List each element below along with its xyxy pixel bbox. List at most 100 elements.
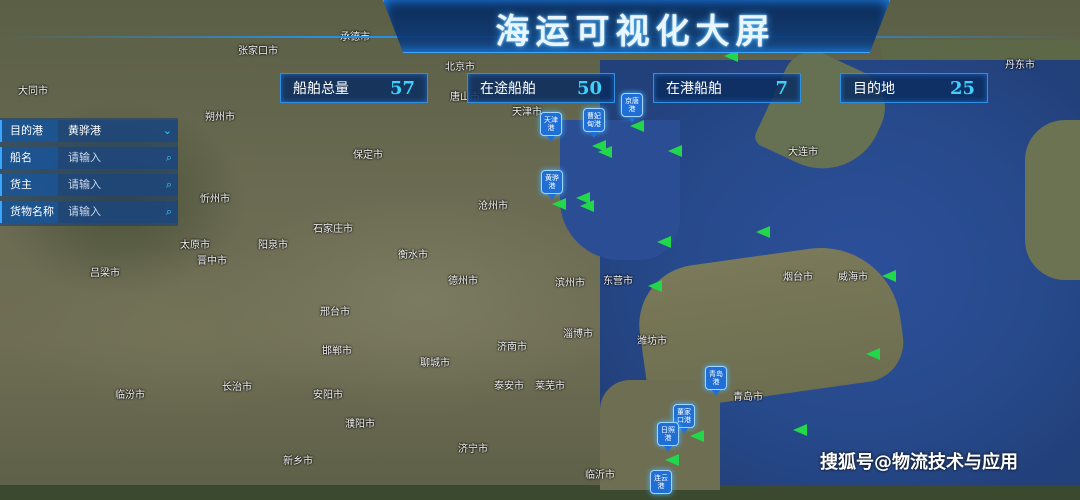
- city-label: 阳泉市: [258, 240, 288, 251]
- filter-cargo-owner: 货主 请输入 ⌕: [0, 174, 178, 196]
- city-label: 忻州市: [200, 194, 230, 205]
- port-marker-tianjin[interactable]: 天津港: [540, 112, 562, 142]
- city-label: 东营市: [603, 276, 633, 287]
- select-value: 黄骅港: [68, 124, 101, 137]
- stat-in-transit: 在途船舶 50: [467, 73, 615, 103]
- ship-marker[interactable]: [580, 200, 594, 212]
- ship-marker[interactable]: [882, 270, 896, 282]
- city-label: 潍坊市: [637, 336, 667, 347]
- stat-value: 57: [389, 77, 415, 99]
- port-label: 连云港: [650, 470, 672, 494]
- stat-total-ships: 船舶总量 57: [280, 73, 428, 103]
- stat-destinations: 目的地 25: [840, 73, 988, 103]
- filter-panel: 目的港 黄骅港 ⌄ 船名 请输入 ⌕ 货主 请输入 ⌕ 货物名称 请输入 ⌕: [0, 118, 178, 226]
- input-placeholder: 请输入: [68, 205, 101, 218]
- search-icon[interactable]: ⌕: [166, 201, 172, 223]
- ship-marker[interactable]: [866, 348, 880, 360]
- filter-label: 目的港: [0, 120, 58, 142]
- city-label: 新乡市: [283, 456, 313, 467]
- city-label: 濮阳市: [345, 419, 375, 430]
- city-label: 淄博市: [563, 329, 593, 340]
- map-land-korea: [1025, 120, 1080, 280]
- destination-port-select[interactable]: 黄骅港 ⌄: [58, 120, 178, 142]
- pin-icon: [712, 390, 720, 396]
- ship-marker[interactable]: [648, 280, 662, 292]
- stat-in-port: 在港船舶 7: [653, 73, 801, 103]
- page-title: 海运可视化大屏: [495, 12, 776, 52]
- city-label: 邯郸市: [322, 346, 352, 357]
- city-label: 长治市: [222, 382, 252, 393]
- cargo-name-input[interactable]: 请输入 ⌕: [58, 201, 178, 223]
- city-label: 天津市: [512, 107, 542, 118]
- city-label: 北京市: [445, 62, 475, 73]
- search-icon[interactable]: ⌕: [166, 147, 172, 169]
- port-label: 日照港: [657, 422, 679, 446]
- cargo-owner-input[interactable]: 请输入 ⌕: [58, 174, 178, 196]
- city-label: 滨州市: [555, 278, 585, 289]
- stat-label: 船舶总量: [293, 81, 349, 97]
- pin-icon: [628, 117, 636, 123]
- port-label: 京唐港: [621, 93, 643, 117]
- city-label: 衡水市: [398, 250, 428, 261]
- stat-value: 7: [775, 77, 788, 99]
- city-label: 聊城市: [420, 358, 450, 369]
- ship-marker[interactable]: [793, 424, 807, 436]
- port-label: 曹妃甸港: [583, 108, 605, 132]
- city-label: 保定市: [353, 150, 383, 161]
- city-label: 沧州市: [478, 201, 508, 212]
- port-label: 天津港: [540, 112, 562, 136]
- ship-marker[interactable]: [657, 236, 671, 248]
- city-label: 德州市: [448, 276, 478, 287]
- city-label: 青岛市: [733, 392, 763, 403]
- search-icon[interactable]: ⌕: [166, 174, 172, 196]
- filter-destination-port: 目的港 黄骅港 ⌄: [0, 120, 178, 142]
- city-label: 安阳市: [313, 390, 343, 401]
- stat-value: 25: [949, 77, 975, 99]
- city-label: 朔州市: [205, 112, 235, 123]
- city-label: 晋中市: [197, 256, 227, 267]
- stat-label: 目的地: [853, 81, 895, 97]
- ship-marker[interactable]: [668, 145, 682, 157]
- stat-label: 在港船舶: [666, 81, 722, 97]
- city-label: 临沂市: [585, 470, 615, 481]
- port-marker-jingtang[interactable]: 京唐港: [621, 93, 643, 123]
- ship-marker[interactable]: [665, 454, 679, 466]
- filter-cargo-name: 货物名称 请输入 ⌕: [0, 201, 178, 223]
- city-label: 威海市: [838, 272, 868, 283]
- city-label: 济南市: [497, 342, 527, 353]
- city-label: 泰安市: [494, 381, 524, 392]
- input-placeholder: 请输入: [68, 178, 101, 191]
- pin-icon: [548, 194, 556, 200]
- port-marker-caofeidian[interactable]: 曹妃甸港: [583, 108, 605, 138]
- watermark: 搜狐号@物流技术与应用: [820, 452, 1018, 473]
- city-label: 邢台市: [320, 307, 350, 318]
- ship-marker[interactable]: [598, 146, 612, 158]
- ship-name-input[interactable]: 请输入 ⌕: [58, 147, 178, 169]
- pin-icon: [547, 136, 555, 142]
- ship-marker[interactable]: [756, 226, 770, 238]
- port-marker-lianyungang[interactable]: 连云港: [650, 470, 672, 500]
- filter-label: 货主: [0, 174, 58, 196]
- filter-label: 货物名称: [0, 201, 58, 223]
- stat-label: 在途船舶: [480, 81, 536, 97]
- city-label: 烟台市: [783, 272, 813, 283]
- pin-icon: [680, 428, 688, 434]
- input-placeholder: 请输入: [68, 151, 101, 164]
- city-label: 大同市: [18, 86, 48, 97]
- city-label: 张家口市: [238, 46, 278, 57]
- port-label: 黄骅港: [541, 170, 563, 194]
- stat-value: 50: [576, 77, 602, 99]
- city-label: 丹东市: [1005, 60, 1035, 71]
- port-marker-qingdao[interactable]: 青岛港: [705, 366, 727, 396]
- chevron-down-icon[interactable]: ⌄: [163, 120, 172, 142]
- city-label: 大连市: [788, 147, 818, 158]
- city-label: 临汾市: [115, 390, 145, 401]
- port-marker-huanghua[interactable]: 黄骅港: [541, 170, 563, 200]
- port-marker-rizhao[interactable]: 日照港: [657, 422, 679, 452]
- filter-ship-name: 船名 请输入 ⌕: [0, 147, 178, 169]
- city-label: 太原市: [180, 240, 210, 251]
- filter-label: 船名: [0, 147, 58, 169]
- city-label: 济宁市: [458, 444, 488, 455]
- pin-icon: [590, 132, 598, 138]
- city-label: 石家庄市: [313, 224, 353, 235]
